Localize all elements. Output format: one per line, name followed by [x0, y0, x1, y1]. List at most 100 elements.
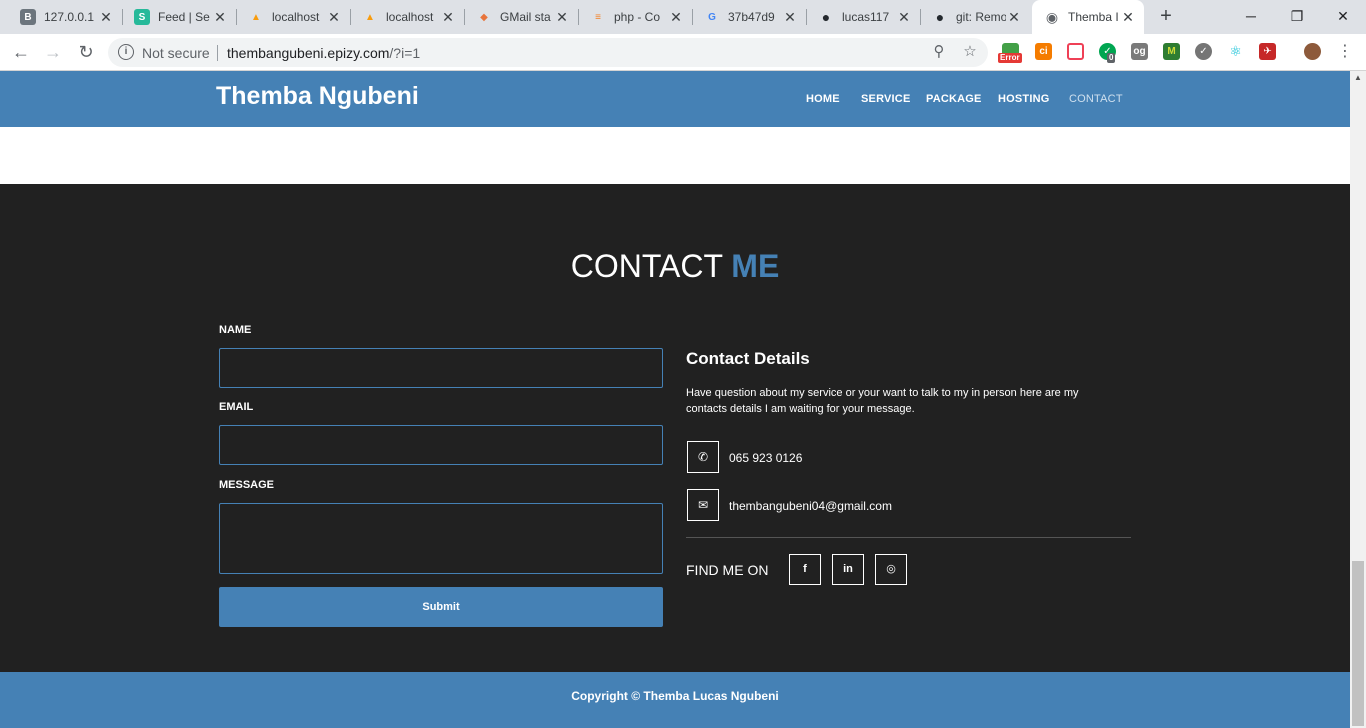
browser-toolbar: ← → ↻ i Not secure thembangubeni.epizy.c… [0, 34, 1366, 71]
new-tab-button[interactable]: + [1154, 5, 1178, 29]
tab-title: localhost [272, 10, 320, 24]
nav-link-service[interactable]: SERVICE [861, 93, 911, 105]
heading-accent: ME [731, 248, 780, 284]
close-icon[interactable]: ✕ [1006, 9, 1022, 26]
tab-title: git: Remo [956, 10, 1006, 24]
close-icon[interactable]: ✕ [326, 9, 342, 26]
site-navbar: Themba Ngubeni HOME SERVICE PACKAGE HOST… [0, 71, 1350, 127]
contact-section: CONTACT ME [0, 184, 1350, 672]
check-extension-icon[interactable]: ✓ [1195, 43, 1212, 60]
browser-tab[interactable]: B 127.0.0.1 ✕ [8, 0, 122, 34]
extension-count-badge: 0 [1107, 53, 1116, 63]
forward-button[interactable]: → [41, 41, 65, 65]
browser-tab[interactable]: ● git: Remo ✕ [920, 0, 1030, 34]
address-bar[interactable]: i Not secure thembangubeni.epizy.com/?i=… [108, 38, 988, 67]
profile-avatar[interactable] [1304, 43, 1321, 60]
github-icon: ● [821, 9, 831, 25]
page-scrollbar[interactable]: ▲ [1350, 71, 1366, 728]
close-window-button[interactable]: ✕ [1320, 0, 1366, 34]
browser-tab[interactable]: S Feed | Se ✕ [122, 0, 236, 34]
github-icon: ● [935, 9, 945, 25]
phone-number: 065 923 0126 [729, 451, 803, 465]
browser-tab[interactable]: ≡ php - Co ✕ [578, 0, 692, 34]
browser-tab[interactable]: ◆ GMail sta ✕ [464, 0, 578, 34]
stack-icon: ◆ [480, 11, 488, 23]
more-menu-icon[interactable]: ⋮ [1333, 41, 1357, 65]
url-text[interactable]: thembangubeni.epizy.com/?i=1 [227, 45, 420, 61]
orange-extension-icon[interactable]: ci [1035, 43, 1052, 60]
details-divider [686, 537, 1131, 538]
close-icon[interactable]: ✕ [440, 9, 456, 26]
close-icon[interactable]: ✕ [1120, 9, 1136, 26]
close-icon[interactable]: ✕ [896, 9, 912, 26]
globe-icon: ◉ [1045, 8, 1059, 25]
bootstrap-icon: B [20, 9, 36, 25]
tab-title: php - Co [614, 10, 661, 24]
nav-link-package[interactable]: PACKAGE [926, 93, 982, 105]
nav-link-hosting[interactable]: HOSTING [998, 93, 1050, 105]
browser-tab[interactable]: ▲ localhost ✕ [350, 0, 464, 34]
submit-button[interactable]: Submit [219, 587, 663, 627]
contact-details-title: Contact Details [686, 349, 810, 368]
phone-icon: ✆ [687, 441, 719, 473]
security-label[interactable]: Not secure [142, 45, 210, 61]
github-icon[interactable]: ◎ [875, 554, 907, 585]
section-heading: CONTACT ME [0, 248, 1350, 285]
close-icon[interactable]: ✕ [98, 9, 114, 26]
tab-title: Themba I [1068, 10, 1119, 24]
bookmark-star-icon[interactable]: ☆ [961, 43, 979, 61]
zoom-icon[interactable]: ⚲ [930, 43, 948, 61]
reload-button[interactable]: ↻ [74, 41, 98, 65]
tab-title: localhost [386, 10, 434, 24]
tab-title: 37b47d9 [728, 10, 775, 24]
heading-main: CONTACT [570, 248, 723, 284]
shield-extension-icon[interactable]: ✓ 0 [1099, 43, 1116, 63]
browser-tab-active[interactable]: ◉ Themba I ✕ [1032, 0, 1144, 34]
react-extension-icon[interactable]: ⚛ [1227, 43, 1244, 60]
pocket-extension-icon[interactable] [1067, 43, 1084, 60]
nav-link-home[interactable]: HOME [806, 93, 840, 105]
tab-title: GMail sta [500, 10, 551, 24]
scroll-up-arrow-icon[interactable]: ▲ [1354, 73, 1362, 82]
browser-tab-bar: B 127.0.0.1 ✕ S Feed | Se ✕ ▲ localhost … [0, 0, 1366, 34]
find-me-label: FIND ME ON [686, 562, 769, 578]
close-icon[interactable]: ✕ [554, 9, 570, 26]
error-extension-icon[interactable]: Error [998, 43, 1022, 63]
name-label: NAME [219, 324, 252, 336]
close-icon[interactable]: ✕ [668, 9, 684, 26]
tab-title: lucas117 [842, 10, 890, 24]
copyright-text: Copyright © Themba Lucas Ngubeni [571, 689, 779, 703]
message-textarea[interactable] [219, 503, 663, 574]
linkedin-icon[interactable]: in [832, 554, 864, 585]
phpmyadmin-icon: ▲ [251, 11, 261, 23]
og-extension-icon[interactable]: og [1131, 43, 1148, 60]
close-icon[interactable]: ✕ [212, 9, 228, 26]
facebook-icon[interactable]: f [789, 554, 821, 585]
restore-button[interactable]: ❐ [1274, 0, 1320, 34]
google-icon: G [708, 11, 716, 23]
address-divider [217, 45, 218, 61]
phpmyadmin-icon: ▲ [365, 11, 375, 23]
name-input[interactable] [219, 348, 663, 388]
info-icon[interactable]: i [118, 44, 134, 60]
url-path: /?i=1 [389, 45, 421, 61]
minimize-button[interactable]: ─ [1228, 0, 1274, 34]
browser-tab[interactable]: G 37b47d9 ✕ [692, 0, 806, 34]
contact-details-text: Have question about my service or your w… [686, 387, 1079, 415]
m-extension-icon[interactable]: M [1163, 43, 1180, 60]
browser-tab[interactable]: ▲ localhost ✕ [236, 0, 350, 34]
red-shield-extension-icon[interactable]: ✈ [1259, 43, 1276, 60]
tab-title: Feed | Se [158, 10, 210, 24]
extension-error-badge: Error [998, 53, 1022, 63]
sitepoint-icon: S [134, 9, 150, 25]
message-label: MESSAGE [219, 479, 275, 491]
email-input[interactable] [219, 425, 663, 465]
nav-link-contact[interactable]: CONTACT [1069, 93, 1123, 105]
tab-title: 127.0.0.1 [44, 10, 95, 24]
back-button[interactable]: ← [9, 41, 33, 65]
scrollbar-thumb[interactable] [1352, 561, 1364, 726]
browser-tab[interactable]: ● lucas117 ✕ [806, 0, 920, 34]
close-icon[interactable]: ✕ [782, 9, 798, 26]
stackoverflow-icon: ≡ [595, 11, 601, 23]
site-brand[interactable]: Themba Ngubeni [216, 82, 419, 111]
